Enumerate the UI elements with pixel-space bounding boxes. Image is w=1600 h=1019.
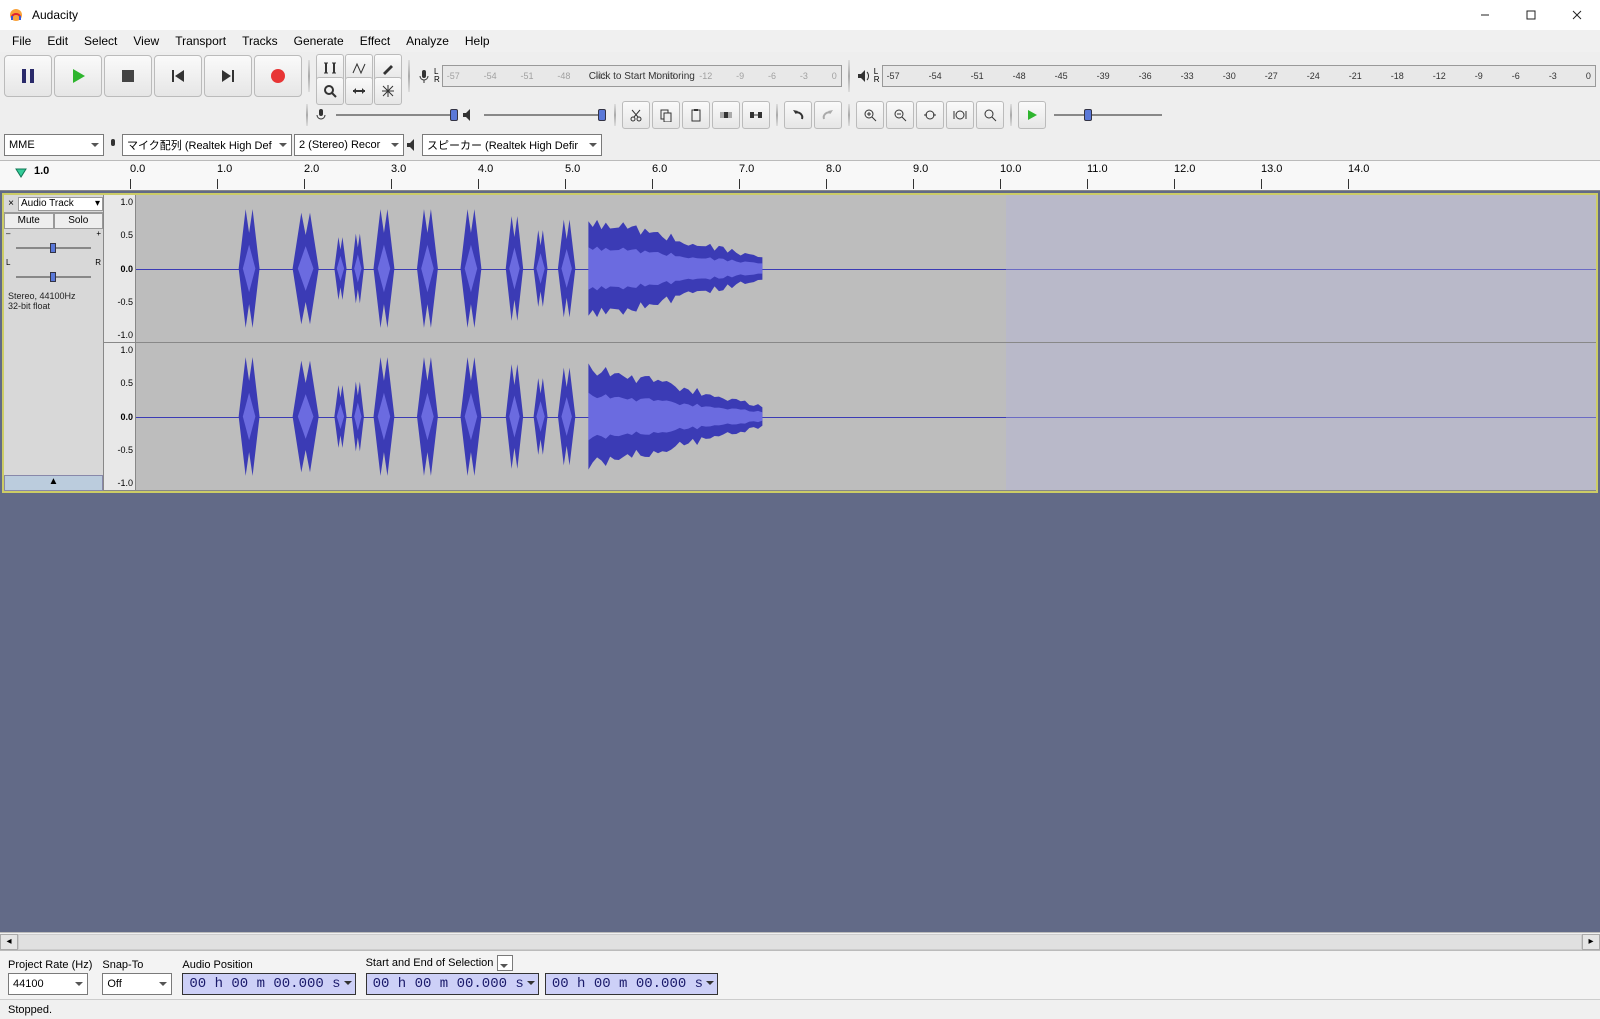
window-title: Audacity <box>32 8 1592 22</box>
app-window: Audacity File Edit Select View Transport… <box>0 0 1600 1019</box>
selection-end-field[interactable]: 00 h 00 m 00.000 s <box>545 973 718 995</box>
track-control-panel: × Audio Track▾ Mute Solo –+ LR Stereo, 4… <box>4 195 104 491</box>
track-gain-slider[interactable] <box>8 242 99 254</box>
track-area: × Audio Track▾ Mute Solo –+ LR Stereo, 4… <box>0 191 1600 932</box>
tool-multi[interactable] <box>374 77 402 105</box>
paste-button[interactable] <box>682 101 710 129</box>
track-format-info: Stereo, 44100Hz32-bit float <box>4 287 103 315</box>
recording-meter[interactable]: -57-54-51-48-451 -18-12-9-6-30 Click to … <box>442 65 842 87</box>
play-at-speed-button[interactable] <box>1018 101 1046 129</box>
mic-icon-3 <box>106 138 120 152</box>
pause-button[interactable] <box>4 55 52 97</box>
audio-position-label: Audio Position <box>182 959 355 971</box>
scroll-left-button[interactable]: ◂ <box>0 934 18 950</box>
record-button[interactable] <box>254 55 302 97</box>
playback-volume-slider[interactable] <box>478 104 608 126</box>
app-icon <box>8 7 24 23</box>
recording-volume-slider[interactable] <box>330 104 460 126</box>
audio-track: × Audio Track▾ Mute Solo –+ LR Stereo, 4… <box>2 193 1598 493</box>
selection-start-field[interactable]: 00 h 00 m 00.000 s <box>366 973 539 995</box>
waveform-left-channel[interactable] <box>136 195 1596 343</box>
selection-mode-dropdown[interactable] <box>497 955 513 971</box>
waveform-right-channel[interactable] <box>136 343 1596 491</box>
track-mute-button[interactable]: Mute <box>4 213 54 229</box>
speaker-icon-2 <box>462 108 476 122</box>
track-close-button[interactable]: × <box>4 198 18 209</box>
window-close-button[interactable] <box>1554 0 1600 30</box>
titlebar: Audacity <box>0 0 1600 30</box>
fit-project-button[interactable] <box>946 101 974 129</box>
project-rate-dropdown[interactable]: 44100 <box>8 973 88 995</box>
timeline-ruler[interactable]: 1.0 0.01.02.03.04.05.06.07.08.09.010.011… <box>0 161 1600 191</box>
zoom-out-button[interactable] <box>886 101 914 129</box>
snap-to-label: Snap-To <box>102 959 172 971</box>
meter-prompt[interactable]: Click to Start Monitoring <box>443 66 841 86</box>
status-bar: Stopped. <box>0 999 1600 1019</box>
menu-help[interactable]: Help <box>457 32 498 50</box>
horizontal-scrollbar[interactable]: ◂ ▸ <box>0 932 1600 950</box>
stop-button[interactable] <box>104 55 152 97</box>
skip-end-button[interactable] <box>204 55 252 97</box>
mic-icon-2 <box>314 108 328 122</box>
copy-button[interactable] <box>652 101 680 129</box>
play-button[interactable] <box>54 55 102 97</box>
audio-position-field[interactable]: 00 h 00 m 00.000 s <box>182 973 355 995</box>
ruler-ticks: 0.01.02.03.04.05.06.07.08.09.010.011.012… <box>130 161 1600 190</box>
menu-file[interactable]: File <box>4 32 39 50</box>
selection-label: Start and End of Selection <box>366 957 494 969</box>
playhead-pin-icon[interactable] <box>14 165 28 179</box>
menubar: File Edit Select View Transport Tracks G… <box>0 30 1600 52</box>
ruler-cursor-label: 1.0 <box>34 165 49 177</box>
playback-speed-slider[interactable] <box>1048 104 1168 126</box>
menu-generate[interactable]: Generate <box>286 32 352 50</box>
meter-lr-label: LR <box>434 68 440 84</box>
tool-zoom[interactable] <box>316 77 344 105</box>
track-waveform-area[interactable] <box>136 195 1596 491</box>
speaker-icon <box>856 68 872 84</box>
zoom-toggle-button[interactable] <box>976 101 1004 129</box>
menu-analyze[interactable]: Analyze <box>398 32 457 50</box>
tool-timeshift[interactable] <box>345 77 373 105</box>
playback-device-dropdown[interactable]: スピーカー (Realtek High Defir <box>422 134 602 156</box>
window-minimize-button[interactable] <box>1462 0 1508 30</box>
toolbars: LR -57-54-51-48-451 -18-12-9-6-30 Click … <box>0 52 1600 161</box>
skip-start-button[interactable] <box>154 55 202 97</box>
recording-channels-dropdown[interactable]: 2 (Stereo) Recor <box>294 134 404 156</box>
playback-meter[interactable]: -57-54-51-48-45-39-36-33-30-27-24-21-18-… <box>882 65 1596 87</box>
cut-button[interactable] <box>622 101 650 129</box>
menu-transport[interactable]: Transport <box>167 32 234 50</box>
silence-button[interactable] <box>742 101 770 129</box>
menu-edit[interactable]: Edit <box>39 32 76 50</box>
mic-icon <box>416 68 432 84</box>
selection-toolbar: Project Rate (Hz) 44100 Snap-To Off Audi… <box>0 950 1600 999</box>
menu-select[interactable]: Select <box>76 32 125 50</box>
menu-effect[interactable]: Effect <box>352 32 398 50</box>
trim-button[interactable] <box>712 101 740 129</box>
menu-tracks[interactable]: Tracks <box>234 32 286 50</box>
track-vertical-scale[interactable]: 1.00.50.0-0.5-1.0 1.00.50.0-0.5-1.0 <box>104 195 136 491</box>
project-rate-label: Project Rate (Hz) <box>8 959 92 971</box>
track-collapse-button[interactable]: ▲ <box>4 475 103 491</box>
fit-selection-button[interactable] <box>916 101 944 129</box>
speaker-icon-3 <box>406 138 420 152</box>
undo-button[interactable] <box>784 101 812 129</box>
recording-device-dropdown[interactable]: マイク配列 (Realtek High Def <box>122 134 292 156</box>
snap-to-dropdown[interactable]: Off <box>102 973 172 995</box>
audio-host-dropdown[interactable]: MME <box>4 134 104 156</box>
window-maximize-button[interactable] <box>1508 0 1554 30</box>
redo-button[interactable] <box>814 101 842 129</box>
zoom-in-button[interactable] <box>856 101 884 129</box>
status-text: Stopped. <box>8 1004 52 1016</box>
track-menu-dropdown[interactable]: Audio Track▾ <box>18 197 103 211</box>
meter-lr-label-2: LR <box>874 68 880 84</box>
scroll-right-button[interactable]: ▸ <box>1582 934 1600 950</box>
track-solo-button[interactable]: Solo <box>54 213 104 229</box>
track-pan-slider[interactable] <box>8 271 99 283</box>
menu-view[interactable]: View <box>125 32 167 50</box>
